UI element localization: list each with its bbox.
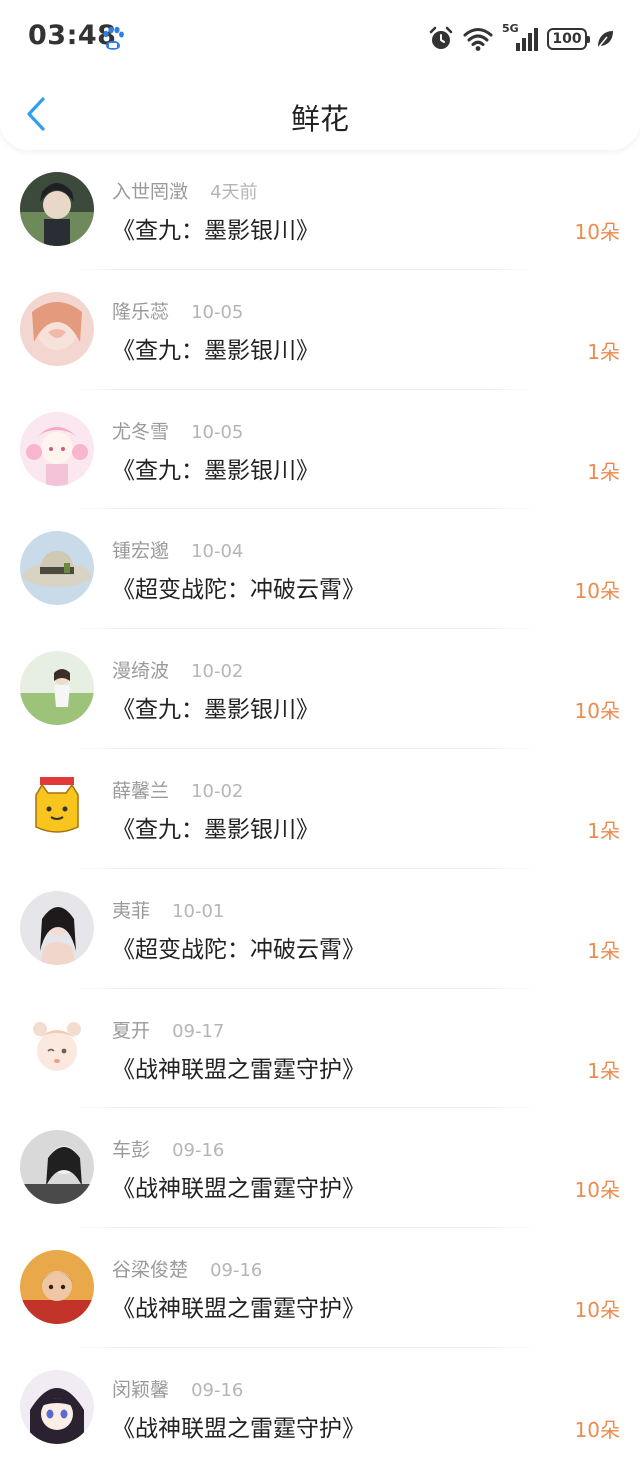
- gift-date: 10-05: [191, 421, 244, 443]
- alarm-icon: [429, 26, 453, 49]
- user-name[interactable]: 漫绮波: [112, 660, 169, 682]
- book-title[interactable]: 《查九：墨影银川》: [112, 211, 319, 245]
- user-name[interactable]: 薛馨兰: [112, 780, 169, 802]
- flower-amount: 1朵: [587, 938, 620, 963]
- list-item[interactable]: 入世罔澂 4天前 《查九：墨影银川》 10朵: [0, 150, 640, 270]
- flower-amount: 10朵: [574, 1298, 620, 1323]
- book-title[interactable]: 《战神联盟之雷霆守护》: [112, 1050, 365, 1084]
- avatar: [20, 291, 94, 366]
- gift-date: 10-02: [191, 661, 244, 683]
- gift-date: 10-04: [191, 541, 244, 563]
- flower-amount: 10朵: [574, 1417, 620, 1442]
- user-name[interactable]: 闵颖馨: [112, 1379, 169, 1401]
- user-name[interactable]: 锺宏邈: [112, 540, 169, 562]
- list-item[interactable]: 谷梁俊楚 09-16 《战神联盟之雷霆守护》 10朵: [0, 1228, 640, 1348]
- avatar: [20, 890, 94, 965]
- signal-icon: [516, 28, 538, 51]
- avatar: [20, 770, 94, 845]
- user-line: 谷梁俊楚 09-16: [112, 1255, 262, 1282]
- user-line: 闵颖馨 09-16: [112, 1375, 243, 1402]
- gift-date: 09-16: [210, 1260, 263, 1282]
- page-title: 鲜花: [290, 102, 349, 136]
- avatar: [20, 1250, 94, 1325]
- avatar: [20, 1369, 94, 1444]
- flower-amount: 10朵: [574, 1178, 620, 1203]
- user-line: 夷菲 10-01: [112, 896, 224, 923]
- leaf-icon: [597, 31, 613, 49]
- user-line: 夏开 09-17: [112, 1016, 224, 1043]
- avatar: [20, 1010, 94, 1085]
- list-item[interactable]: 车彭 09-16 《战神联盟之雷霆守护》 10朵: [0, 1108, 640, 1229]
- book-title[interactable]: 《战神联盟之雷霆守护》: [112, 1409, 365, 1443]
- list-item[interactable]: 隆乐蕊 10-05 《查九：墨影银川》 1朵: [0, 270, 640, 390]
- gift-date: 10-01: [172, 900, 225, 922]
- wifi-icon: [463, 28, 493, 51]
- flower-amount: 10朵: [574, 220, 620, 244]
- header-card: 03:48 5G 100 鲜花: [0, 0, 640, 150]
- user-line: 漫绮波 10-02: [112, 656, 243, 683]
- flower-amount: 1朵: [587, 339, 620, 364]
- gift-date: 4天前: [210, 182, 258, 203]
- avatar: [20, 531, 94, 606]
- avatar: [20, 411, 94, 486]
- book-title[interactable]: 《查九：墨影银川》: [112, 451, 319, 485]
- list-item[interactable]: 夷菲 10-01 《超变战陀：冲破云霄》 1朵: [0, 869, 640, 989]
- status-icons: 5G 100: [428, 22, 614, 54]
- user-name[interactable]: 夷菲: [112, 900, 150, 922]
- user-name[interactable]: 隆乐蕊: [112, 301, 169, 323]
- user-line: 薛馨兰 10-02: [112, 776, 243, 803]
- gift-date: 09-17: [172, 1020, 225, 1042]
- book-title[interactable]: 《查九：墨影银川》: [112, 810, 319, 844]
- flower-gift-list: 入世罔澂 4天前 《查九：墨影银川》 10朵 隆乐蕊 10-05 《查九：墨影银…: [0, 150, 640, 1468]
- book-title[interactable]: 《超变战陀：冲破云霄》: [112, 570, 365, 604]
- avatar: [20, 1130, 94, 1205]
- cellular-signal: 5G: [502, 22, 538, 52]
- book-title[interactable]: 《战神联盟之雷霆守护》: [112, 1289, 365, 1323]
- user-line: 锺宏邈 10-04: [112, 536, 243, 563]
- user-name[interactable]: 夏开: [112, 1020, 150, 1042]
- list-item[interactable]: 漫绮波 10-02 《查九：墨影银川》 10朵: [0, 629, 640, 749]
- status-bar: 03:48 5G 100: [0, 0, 640, 80]
- list-item[interactable]: 薛馨兰 10-02 《查九：墨影银川》 1朵: [0, 749, 640, 869]
- flower-amount: 1朵: [587, 459, 620, 484]
- list-item[interactable]: 夏开 09-17 《战神联盟之雷霆守护》 1朵: [0, 989, 640, 1109]
- user-name[interactable]: 谷梁俊楚: [112, 1259, 188, 1281]
- list-item[interactable]: 闵颖馨 09-16 《战神联盟之雷霆守护》 10朵: [0, 1348, 640, 1468]
- baidu-paw-icon: [103, 26, 124, 50]
- user-line: 入世罔澂 4天前: [112, 177, 258, 204]
- book-title[interactable]: 《查九：墨影银川》: [112, 690, 319, 724]
- book-title[interactable]: 《战神联盟之雷霆守护》: [112, 1169, 365, 1203]
- gift-date: 10-05: [191, 301, 244, 323]
- user-line: 车彭 09-16: [112, 1135, 224, 1162]
- gift-date: 10-02: [191, 780, 244, 802]
- flower-amount: 10朵: [574, 699, 620, 724]
- user-name[interactable]: 入世罔澂: [112, 181, 188, 203]
- user-line: 隆乐蕊 10-05: [112, 297, 243, 324]
- list-item[interactable]: 尤冬雪 10-05 《查九：墨影银川》 1朵: [0, 390, 640, 510]
- battery-level: 100: [552, 31, 582, 47]
- avatar: [20, 172, 94, 246]
- book-title[interactable]: 《查九：墨影银川》: [112, 331, 319, 365]
- battery-indicator: 100: [547, 28, 590, 50]
- gift-date: 09-16: [172, 1140, 225, 1162]
- user-name[interactable]: 车彭: [112, 1139, 150, 1161]
- avatar: [20, 651, 94, 726]
- gift-date: 09-16: [191, 1379, 244, 1401]
- flower-amount: 10朵: [574, 579, 620, 604]
- user-name[interactable]: 尤冬雪: [112, 421, 169, 443]
- list-item[interactable]: 锺宏邈 10-04 《超变战陀：冲破云霄》 10朵: [0, 509, 640, 630]
- title-bar: 鲜花: [0, 80, 640, 150]
- flower-amount: 1朵: [587, 1058, 620, 1083]
- user-line: 尤冬雪 10-05: [112, 417, 243, 444]
- flower-amount: 1朵: [587, 818, 620, 843]
- book-title[interactable]: 《超变战陀：冲破云霄》: [112, 930, 365, 964]
